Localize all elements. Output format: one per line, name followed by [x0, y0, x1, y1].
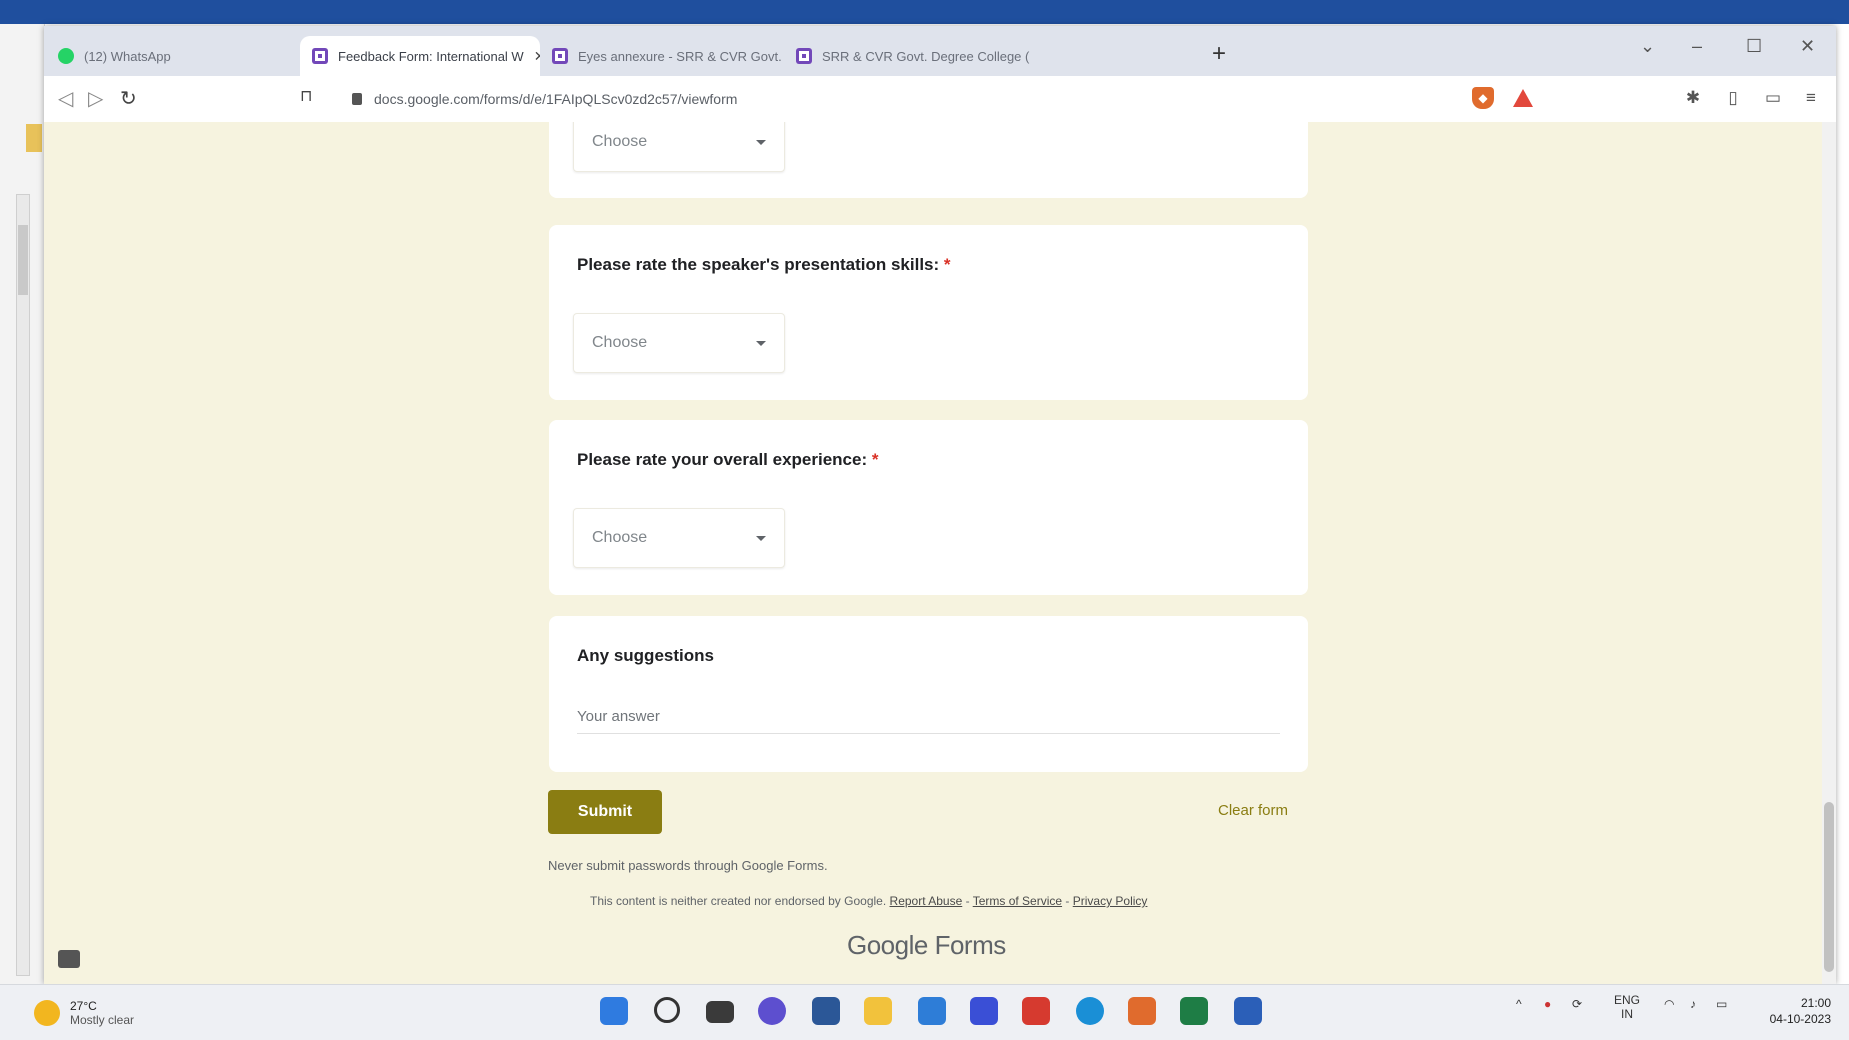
whatsapp-icon — [58, 48, 74, 64]
edge-icon[interactable] — [1076, 997, 1104, 1025]
suggestions-input[interactable]: Your answer — [577, 708, 1280, 734]
word-icon[interactable] — [1234, 997, 1262, 1025]
chevron-down-icon — [756, 535, 766, 541]
address-bar[interactable]: docs.google.com/forms/d/e/1FAIpQLScv0zd2… — [336, 83, 1508, 115]
required-mark: * — [943, 255, 951, 274]
windows-taskbar: 27°C Mostly clear ^ ● ⟳ ENG IN ◠ ♪ ▭ 21:0… — [0, 984, 1849, 1040]
ruler-thumb — [18, 225, 28, 295]
question-title: Please rate your overall experience: * — [577, 450, 879, 469]
weather-icon — [34, 1000, 60, 1026]
brave-rewards-icon[interactable] — [1512, 87, 1534, 109]
question-card-suggestions: Any suggestions Your answer — [549, 616, 1308, 772]
form-page: Choose Please rate the speaker's present… — [44, 122, 1836, 984]
tab-label: SRR & CVR Govt. Degree College ( — [822, 48, 1030, 64]
password-warning: Never submit passwords through Google Fo… — [548, 858, 828, 873]
vertical-ruler — [16, 194, 30, 976]
privacy-link[interactable]: Privacy Policy — [1073, 894, 1148, 908]
weather-desc: Mostly clear — [70, 1013, 135, 1027]
weather-temp: 27°C — [70, 999, 97, 1013]
mail-icon[interactable] — [918, 997, 946, 1025]
new-tab-button[interactable]: + — [1212, 40, 1226, 68]
editor-icon[interactable] — [970, 997, 998, 1025]
report-abuse-link[interactable]: Report Abuse — [890, 894, 963, 908]
forms-icon — [312, 48, 328, 64]
reload-icon[interactable]: ↻ — [120, 86, 137, 111]
wifi-icon[interactable]: ◠ — [1664, 997, 1674, 1011]
tab-bar: (12) WhatsApp Feedback Form: Internation… — [44, 26, 1836, 76]
excel-icon[interactable] — [1180, 997, 1208, 1025]
background-window-titlebar — [0, 0, 1849, 24]
sync-icon[interactable]: ⟳ — [1572, 997, 1582, 1011]
browser-toolbar: ◁ ▷ ↻ ⊓ docs.google.com/forms/d/e/1FAIpQ… — [44, 76, 1836, 123]
chevron-down-icon — [756, 139, 766, 145]
battery-icon[interactable]: ▭ — [1716, 997, 1727, 1011]
maximize-icon[interactable]: ☐ — [1746, 36, 1762, 57]
clock[interactable]: 21:00 04-10-2023 — [1770, 995, 1831, 1027]
wallet-icon[interactable]: ▭ — [1762, 87, 1784, 109]
minimize-icon[interactable]: – — [1692, 36, 1702, 57]
select-value: Choose — [592, 529, 648, 546]
wps-icon[interactable] — [1022, 997, 1050, 1025]
sidebar-icon[interactable]: ▯ — [1722, 87, 1744, 109]
time: 21:00 — [1800, 996, 1831, 1010]
forms-icon — [552, 48, 568, 64]
question-card-presentation-skills: Please rate the speaker's presentation s… — [549, 225, 1308, 400]
presentation-rating-select[interactable]: Choose — [573, 313, 785, 373]
google-forms-logo[interactable]: Google Forms — [847, 930, 1006, 961]
file-explorer-icon[interactable] — [864, 997, 892, 1025]
question-card-previous: Choose — [549, 122, 1308, 198]
brave-shields-icon[interactable]: ◆ — [1472, 87, 1494, 109]
terms-link[interactable]: Terms of Service — [973, 894, 1062, 908]
brave-icon[interactable] — [1128, 997, 1156, 1025]
submit-button[interactable]: Submit — [548, 790, 662, 834]
question-title: Any suggestions — [577, 646, 714, 665]
overall-rating-select[interactable]: Choose — [573, 508, 785, 568]
date: 04-10-2023 — [1769, 1012, 1831, 1026]
browser-window: (12) WhatsApp Feedback Form: Internation… — [44, 26, 1836, 984]
weather-widget[interactable]: 27°C Mostly clear — [34, 999, 134, 1027]
forward-icon[interactable]: ▷ — [88, 86, 103, 111]
tray-app-icon[interactable]: ● — [1544, 997, 1551, 1011]
search-icon[interactable] — [654, 997, 680, 1023]
language-indicator[interactable]: ENG IN — [1614, 993, 1640, 1021]
chevron-down-icon — [756, 340, 766, 346]
tab-eyes-annexure[interactable]: Eyes annexure - SRR & CVR Govt. De — [540, 36, 784, 76]
show-hidden-icons-icon[interactable]: ^ — [1516, 997, 1522, 1011]
bookmark-icon[interactable]: ⊓ — [300, 86, 312, 106]
tab-label: Feedback Form: International W — [338, 48, 524, 64]
question-card-overall-experience: Please rate your overall experience: * C… — [549, 420, 1308, 595]
app-icon[interactable] — [812, 997, 840, 1025]
page-scrollbar[interactable] — [1822, 122, 1836, 984]
close-window-icon[interactable]: ✕ — [1800, 36, 1815, 57]
start-icon[interactable] — [600, 997, 628, 1025]
report-problem-icon[interactable] — [58, 950, 80, 968]
tab-whatsapp[interactable]: (12) WhatsApp — [46, 36, 300, 76]
tab-label: Eyes annexure - SRR & CVR Govt. De — [578, 48, 784, 64]
required-mark: * — [871, 450, 879, 469]
extensions-icon[interactable]: ✱ — [1682, 87, 1704, 109]
select-value: Choose — [592, 133, 648, 150]
scrollbar-thumb[interactable] — [1824, 802, 1834, 972]
disclaimer: This content is neither created nor endo… — [590, 894, 1148, 908]
back-icon[interactable]: ◁ — [58, 86, 73, 111]
disclaimer-text: This content is neither created nor endo… — [590, 894, 887, 908]
menu-icon[interactable]: ≡ — [1800, 87, 1822, 109]
previous-rating-select[interactable]: Choose — [573, 122, 785, 172]
chat-icon[interactable] — [758, 997, 786, 1025]
clear-form-link[interactable]: Clear form — [1218, 802, 1288, 819]
tab-search-icon[interactable]: ⌄ — [1640, 36, 1655, 57]
url-text[interactable]: docs.google.com/forms/d/e/1FAIpQLScv0zd2… — [374, 91, 1434, 107]
background-document-sidebar — [0, 24, 45, 984]
forms-icon — [796, 48, 812, 64]
tab-feedback-form[interactable]: Feedback Form: International W ✕ — [300, 36, 540, 76]
lock-icon — [352, 93, 362, 105]
task-view-icon[interactable] — [706, 1001, 734, 1023]
background-app-tile — [26, 124, 42, 152]
tab-srr-college[interactable]: SRR & CVR Govt. Degree College ( — [784, 36, 1034, 76]
tab-label: (12) WhatsApp — [84, 48, 171, 64]
question-title: Please rate the speaker's presentation s… — [577, 255, 951, 274]
volume-icon[interactable]: ♪ — [1690, 997, 1696, 1011]
select-value: Choose — [592, 334, 648, 351]
